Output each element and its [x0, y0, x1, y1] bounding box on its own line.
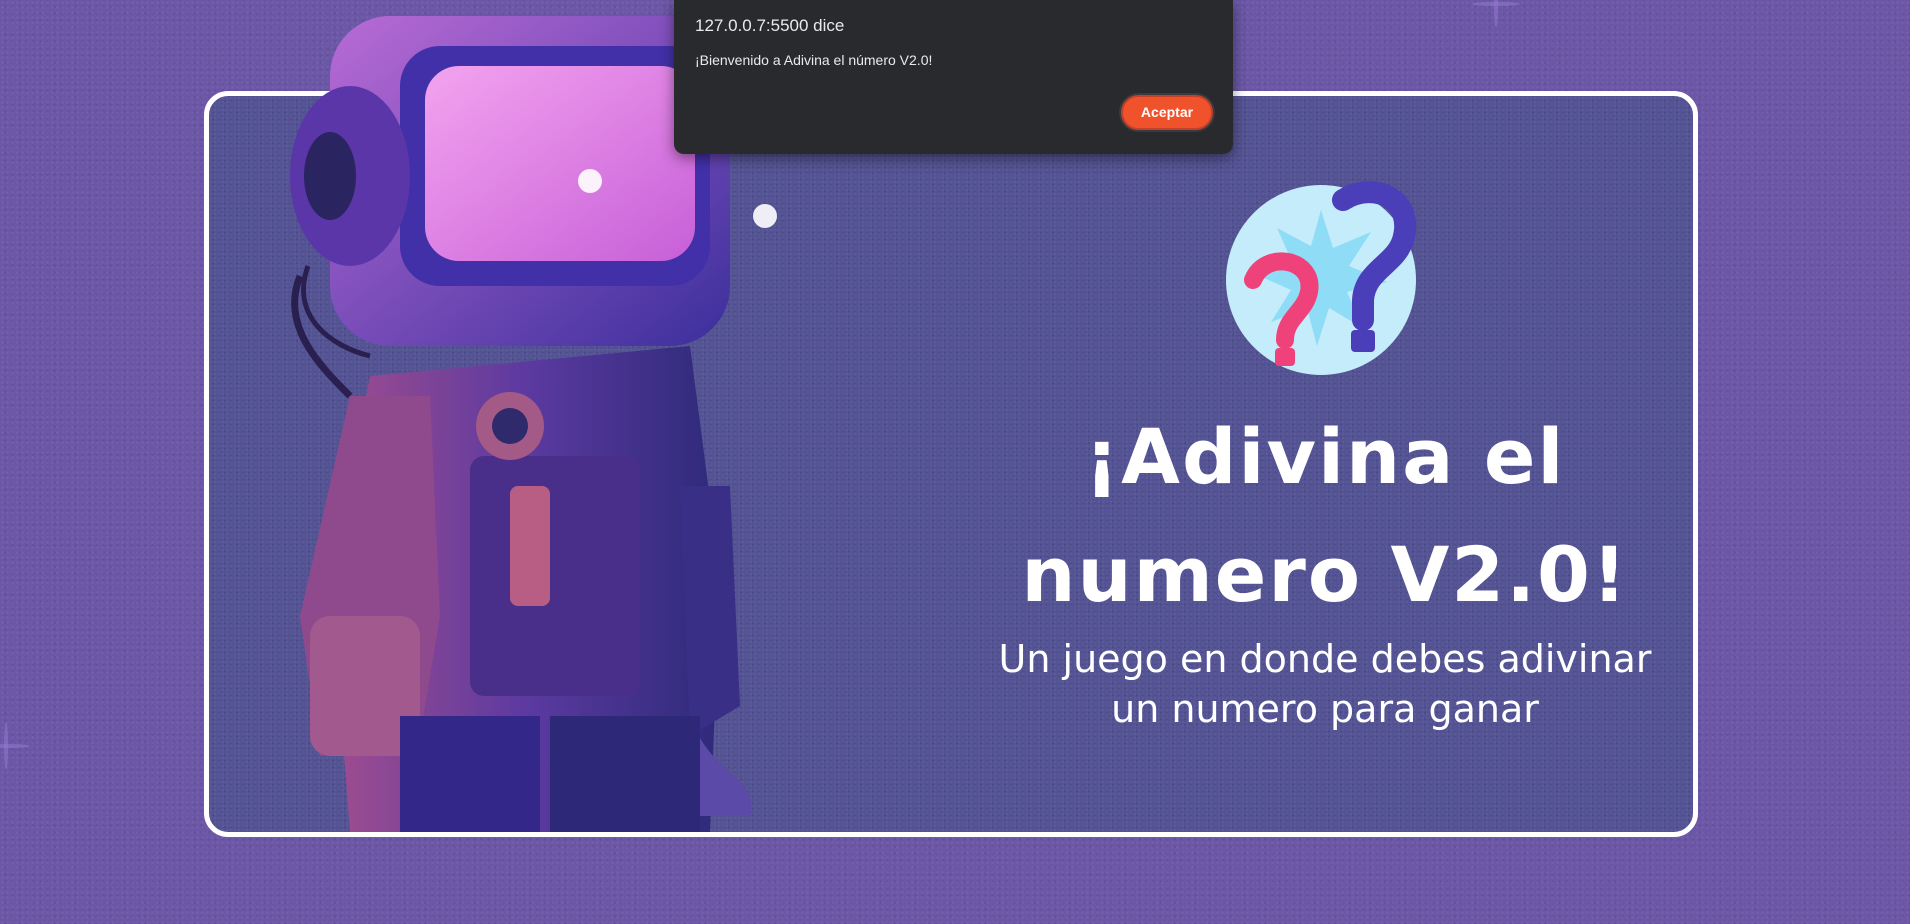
- hero-content: ¡Adivina el numero V2.0! Un juego en don…: [980, 170, 1670, 734]
- dialog-message: ¡Bienvenido a Adivina el número V2.0!: [695, 52, 933, 68]
- accept-button[interactable]: Aceptar: [1121, 95, 1213, 130]
- subtitle-line-1: Un juego en donde debes adivinar: [998, 637, 1652, 681]
- title-line-2: numero V2.0!: [1021, 530, 1629, 619]
- page-subtitle: Un juego en donde debes adivinar un nume…: [980, 634, 1670, 734]
- question-marks-icon: [1226, 181, 1416, 375]
- dialog-origin: 127.0.0.7:5500 dice: [695, 16, 845, 35]
- page-title: ¡Adivina el numero V2.0!: [980, 398, 1670, 634]
- subtitle-line-2: un numero para ganar: [1111, 687, 1539, 731]
- alert-dialog: 127.0.0.7:5500 dice ¡Bienvenido a Adivin…: [674, 0, 1233, 154]
- title-line-1: ¡Adivina el: [1084, 412, 1566, 501]
